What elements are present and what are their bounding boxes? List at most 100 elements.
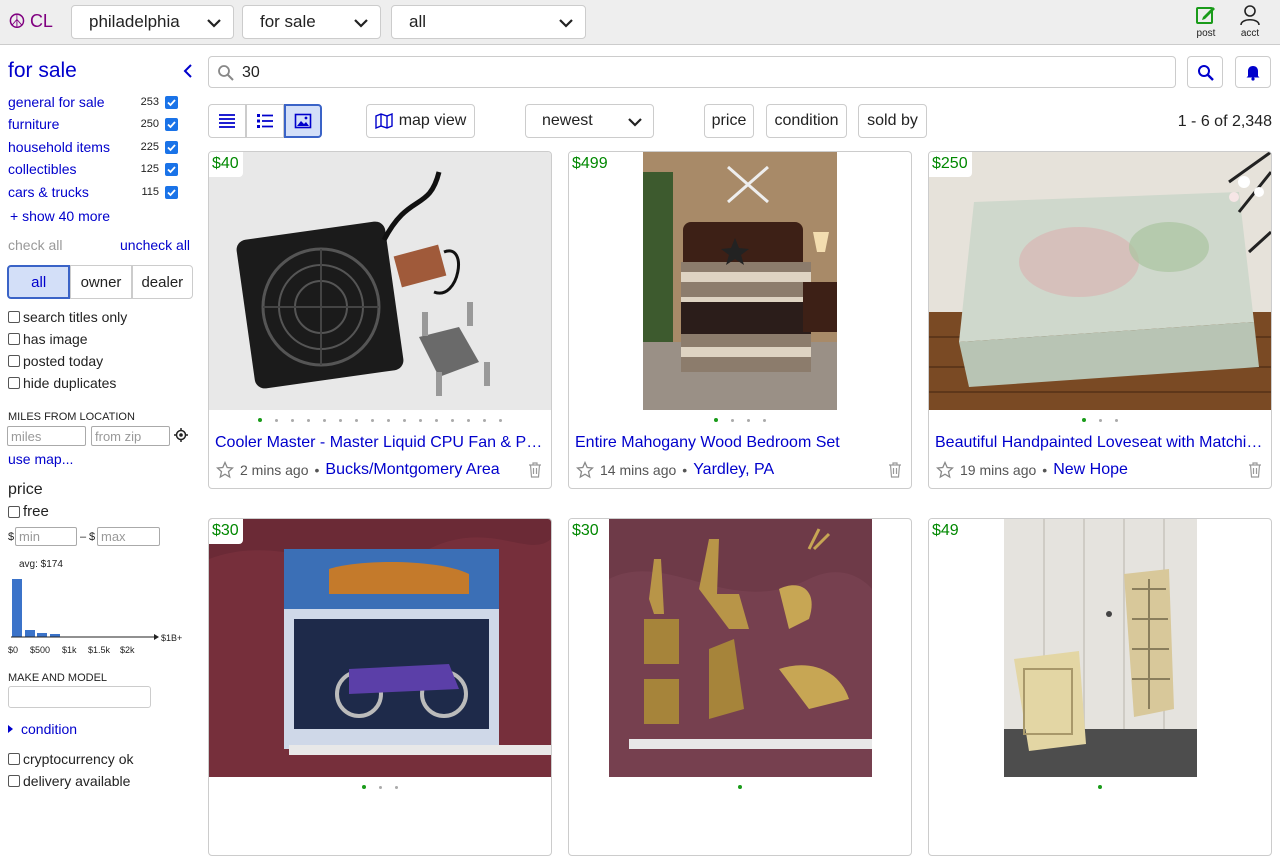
carousel-dot[interactable] — [731, 418, 734, 422]
checkbox[interactable] — [8, 355, 20, 367]
posted-today-option[interactable]: posted today — [8, 353, 103, 369]
check-all-link[interactable]: check all — [8, 237, 62, 253]
image-carousel-dots[interactable] — [209, 781, 551, 793]
show-more-link[interactable]: + show 40 more — [10, 208, 110, 224]
carousel-dot[interactable] — [763, 418, 766, 422]
thumb-view-button[interactable] — [246, 104, 284, 138]
checkbox[interactable] — [8, 377, 20, 389]
carousel-dot[interactable] — [1099, 418, 1102, 422]
favorite-star-icon[interactable] — [216, 461, 234, 479]
checked-checkbox[interactable] — [165, 117, 178, 131]
sidebar-item-cars-trucks[interactable]: cars & trucks 115 — [8, 182, 178, 202]
checkbox[interactable] — [8, 753, 20, 765]
has-image-option[interactable]: has image — [8, 331, 88, 347]
miles-input[interactable]: miles — [7, 426, 86, 446]
carousel-dot[interactable] — [275, 418, 278, 422]
image-carousel-dots[interactable] — [569, 781, 911, 793]
category-name[interactable]: household items — [8, 139, 141, 155]
image-carousel-dots[interactable] — [929, 781, 1271, 793]
listing-title[interactable]: Entire Mahogany Wood Bedroom Set — [575, 434, 905, 452]
make-model-input[interactable] — [8, 686, 151, 708]
locate-me-icon[interactable] — [174, 428, 188, 442]
list-view-button[interactable] — [208, 104, 246, 138]
image-carousel-dots[interactable] — [209, 414, 551, 426]
carousel-dot[interactable] — [379, 785, 382, 789]
checked-checkbox[interactable] — [165, 140, 178, 154]
carousel-dot[interactable] — [435, 418, 438, 422]
listing-image[interactable] — [929, 519, 1271, 777]
hide-trash-icon[interactable] — [888, 462, 902, 478]
favorite-star-icon[interactable] — [576, 461, 594, 479]
carousel-dot[interactable] — [747, 418, 750, 422]
listing-card[interactable]: $250 Beautiful Handpainted Loveseat with… — [928, 151, 1272, 489]
image-carousel-dots[interactable] — [569, 414, 911, 426]
hide-duplicates-option[interactable]: hide duplicates — [8, 375, 116, 391]
sidebar-item-collectibles[interactable]: collectibles 125 — [8, 159, 178, 179]
sidebar-item-furniture[interactable]: furniture 250 — [8, 114, 178, 134]
listing-image[interactable] — [569, 519, 911, 777]
min-price-input[interactable]: min — [15, 527, 77, 546]
free-option[interactable]: free — [8, 503, 49, 520]
carousel-dot[interactable] — [387, 418, 390, 422]
carousel-dot[interactable] — [395, 785, 398, 789]
subcategory-select[interactable]: all — [391, 5, 586, 39]
condition-filter-button[interactable]: condition — [766, 104, 847, 138]
listing-image[interactable] — [209, 152, 551, 410]
listing-card[interactable]: $30 — [568, 518, 912, 856]
carousel-dot[interactable] — [339, 418, 342, 422]
search-input[interactable]: 30 — [208, 56, 1176, 88]
price-filter-button[interactable]: price — [704, 104, 754, 138]
carousel-dot[interactable] — [307, 418, 310, 422]
checkbox[interactable] — [8, 333, 20, 345]
listing-card[interactable]: $499 Entire Mahogany Wood Bedroom Set 14… — [568, 151, 912, 489]
listing-card[interactable]: $40 Cooler Master - Master Liquid CPU Fa… — [208, 151, 552, 489]
listing-image[interactable] — [569, 152, 911, 410]
zip-input[interactable]: from zip — [91, 426, 170, 446]
seller-owner-button[interactable]: owner — [70, 265, 132, 299]
checkbox[interactable] — [8, 505, 20, 518]
post-button[interactable]: post — [1186, 4, 1226, 42]
listing-title[interactable]: Cooler Master - Master Liquid CPU Fan & … — [215, 434, 545, 452]
category-name[interactable]: general for sale — [8, 94, 141, 110]
carousel-dot[interactable] — [371, 418, 374, 422]
listing-card[interactable]: $49 — [928, 518, 1272, 856]
category-name[interactable]: furniture — [8, 116, 141, 132]
city-select[interactable]: philadelphia — [71, 5, 234, 39]
account-button[interactable]: acct — [1230, 4, 1270, 42]
sidebar-item-general-for-sale[interactable]: general for sale 253 — [8, 92, 178, 112]
gallery-view-button[interactable] — [284, 104, 322, 138]
carousel-dot[interactable] — [1082, 418, 1086, 422]
checked-checkbox[interactable] — [165, 185, 178, 199]
carousel-dot[interactable] — [323, 418, 326, 422]
carousel-dot[interactable] — [419, 418, 422, 422]
carousel-dot[interactable] — [499, 418, 502, 422]
listing-image[interactable] — [929, 152, 1271, 410]
delivery-available-option[interactable]: delivery available — [8, 773, 130, 789]
search-button[interactable] — [1187, 56, 1223, 88]
checkbox[interactable] — [8, 775, 20, 787]
seller-all-button[interactable]: all — [7, 265, 71, 299]
sort-select[interactable]: newest — [525, 104, 654, 138]
listing-card[interactable]: $30 — [208, 518, 552, 856]
craigslist-logo[interactable]: ☮ CL — [8, 11, 53, 32]
carousel-dot[interactable] — [355, 418, 358, 422]
carousel-dot[interactable] — [362, 785, 366, 789]
save-search-alert-button[interactable] — [1235, 56, 1271, 88]
listing-image[interactable] — [209, 519, 551, 777]
listing-title[interactable]: Beautiful Handpainted Loveseat with Matc… — [935, 434, 1265, 452]
carousel-dot[interactable] — [403, 418, 406, 422]
search-titles-only-option[interactable]: search titles only — [8, 309, 127, 325]
max-price-input[interactable]: max — [97, 527, 160, 546]
category-select[interactable]: for sale — [242, 5, 381, 39]
uncheck-all-link[interactable]: uncheck all — [120, 237, 190, 253]
category-name[interactable]: collectibles — [8, 161, 141, 177]
carousel-dot[interactable] — [258, 418, 262, 422]
condition-expander[interactable]: condition — [8, 721, 77, 737]
carousel-dot[interactable] — [738, 785, 742, 789]
checkbox[interactable] — [8, 311, 20, 323]
carousel-dot[interactable] — [467, 418, 470, 422]
hide-trash-icon[interactable] — [1248, 462, 1262, 478]
collapse-sidebar-icon[interactable] — [181, 64, 195, 78]
sidebar-item-household-items[interactable]: household items 225 — [8, 137, 178, 157]
carousel-dot[interactable] — [1098, 785, 1102, 789]
